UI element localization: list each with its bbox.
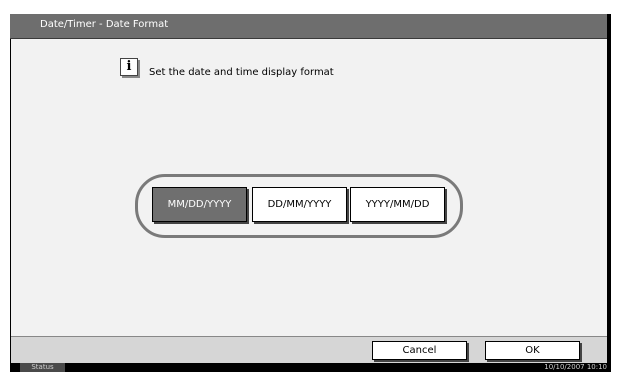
format-dd-mm-yyyy-button[interactable]: DD/MM/YYYY (252, 187, 347, 222)
content-panel: i Set the date and time display format M… (11, 39, 607, 336)
format-mm-dd-yyyy-button[interactable]: MM/DD/YYYY (152, 187, 247, 222)
ok-button[interactable]: OK (485, 341, 580, 360)
status-bar: Status 10/10/2007 10:10 (10, 363, 611, 372)
info-icon: i (120, 58, 138, 76)
action-bar: Cancel OK (11, 336, 607, 363)
cancel-button[interactable]: Cancel (372, 341, 467, 360)
format-yyyy-mm-dd-button[interactable]: YYYY/MM/DD (350, 187, 445, 222)
frame-edge (607, 14, 611, 62)
device-screen: Date/Timer - Date Format i Set the date … (10, 14, 611, 372)
date-format-options: MM/DD/YYYY DD/MM/YYYY YYYY/MM/DD (135, 174, 463, 238)
title-bar: Date/Timer - Date Format (10, 14, 607, 39)
date-time-display: 10/10/2007 10:10 (544, 363, 607, 371)
screen-title: Date/Timer - Date Format (40, 19, 169, 30)
instruction-message: Set the date and time display format (149, 67, 334, 78)
status-button[interactable]: Status (20, 363, 65, 372)
